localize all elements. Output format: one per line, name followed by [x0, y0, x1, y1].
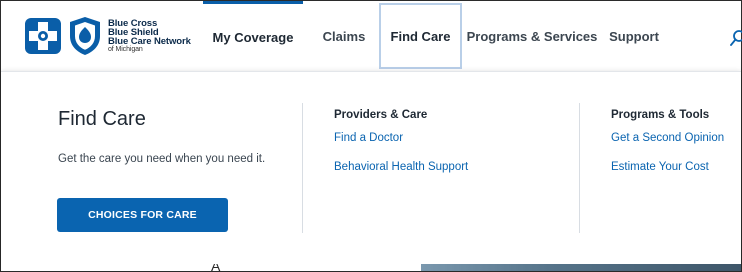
- providers-care-heading: Providers & Care: [334, 109, 428, 121]
- dropdown-title: Find Care: [58, 108, 146, 130]
- bcbs-logo[interactable]: Blue Cross Blue Shield Blue Care Network…: [23, 14, 191, 58]
- dropdown-description: Get the care you need when you need it.: [58, 153, 266, 165]
- background-text: A: [211, 264, 220, 271]
- brand-line-3: Blue Care Network: [108, 35, 191, 47]
- nav-find-care[interactable]: Find Care: [379, 3, 462, 69]
- blue-shield-icon: [70, 17, 100, 55]
- nav-programs-services[interactable]: Programs & Services: [466, 1, 598, 71]
- brand-line-4: of Michigan: [108, 45, 143, 53]
- choices-for-care-button[interactable]: CHOICES FOR CARE: [57, 198, 228, 232]
- page-background: A: [1, 264, 741, 271]
- estimate-cost-link[interactable]: Estimate Your Cost: [611, 161, 709, 173]
- find-a-doctor-link[interactable]: Find a Doctor: [334, 132, 403, 144]
- column-divider: [302, 103, 303, 233]
- programs-tools-heading: Programs & Tools: [611, 109, 710, 121]
- behavioral-health-support-link[interactable]: Behavioral Health Support: [334, 161, 468, 173]
- second-opinion-link[interactable]: Get a Second Opinion: [611, 132, 724, 144]
- search-icon[interactable]: [730, 29, 742, 47]
- hero-image: [421, 264, 741, 271]
- nav-claims[interactable]: Claims: [314, 1, 374, 71]
- nav-my-coverage[interactable]: My Coverage: [203, 1, 303, 71]
- site-header: Blue Cross Blue Shield Blue Care Network…: [1, 1, 742, 71]
- column-divider: [579, 103, 580, 233]
- nav-support[interactable]: Support: [604, 1, 664, 71]
- brand-name: Blue Cross Blue Shield Blue Care Network…: [108, 18, 191, 54]
- blue-cross-icon: [25, 18, 61, 54]
- find-care-dropdown: Find Care Get the care you need when you…: [1, 71, 741, 264]
